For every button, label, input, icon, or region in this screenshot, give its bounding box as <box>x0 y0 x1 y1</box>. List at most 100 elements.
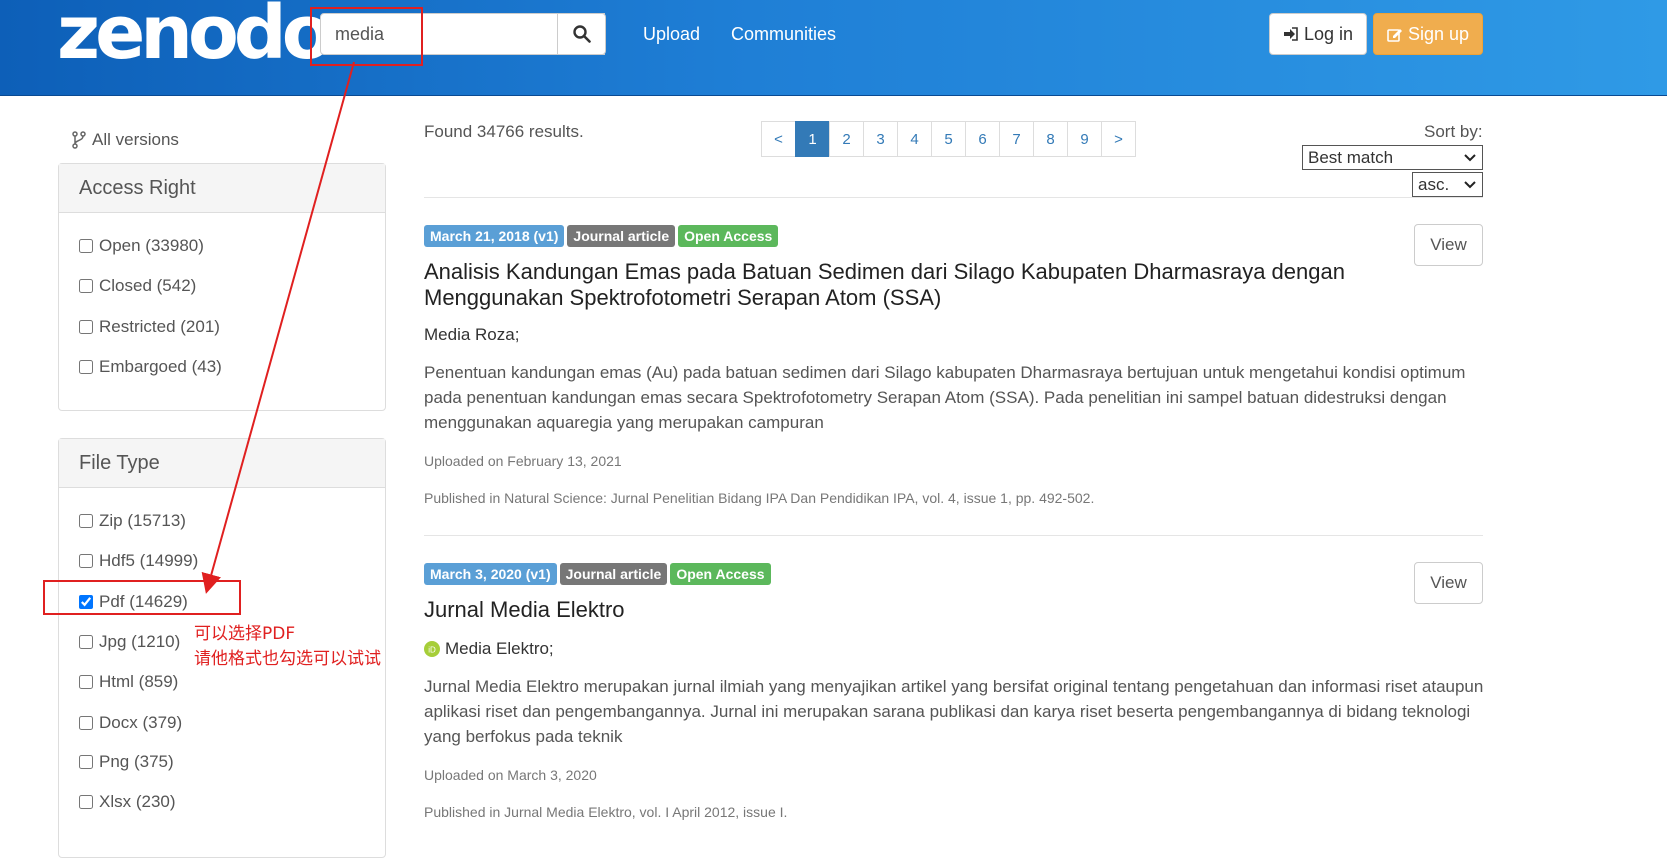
page-8[interactable]: 8 <box>1033 121 1068 157</box>
sort-select-value: Best match <box>1308 147 1394 167</box>
facet-zip[interactable]: Zip (15713) <box>79 511 186 531</box>
facet-open-label: Open (33980) <box>99 236 204 255</box>
annotation-note-line2: 请他格式也勾选可以试试 <box>194 649 381 669</box>
facet-xlsx[interactable]: Xlsx (230) <box>79 792 176 812</box>
facet-closed[interactable]: Closed (542) <box>79 276 196 296</box>
search-icon <box>572 25 591 43</box>
result-1-badges: March 21, 2018 (v1) Journal article Open… <box>424 225 781 247</box>
page-1[interactable]: 1 <box>795 121 830 157</box>
facet-closed-label: Closed (542) <box>99 276 197 295</box>
facet-html-label: Html (859) <box>99 672 179 691</box>
svg-text:iD: iD <box>428 646 436 655</box>
date-badge: March 21, 2018 (v1) <box>424 225 565 247</box>
file-type-title: File Type <box>59 439 385 488</box>
facet-embargoed-checkbox[interactable] <box>79 360 93 374</box>
code-fork-icon <box>72 131 86 149</box>
signup-label: Sign up <box>1407 23 1470 44</box>
date-badge: March 3, 2020 (v1) <box>424 563 557 585</box>
results-count: Found 34766 results. <box>424 122 584 141</box>
facet-hdf5-label: Hdf5 (14999) <box>99 551 199 570</box>
result-2-uploaded: Uploaded on March 3, 2020 <box>424 767 597 783</box>
facet-png-label: Png (375) <box>99 752 174 771</box>
page-9[interactable]: 9 <box>1067 121 1102 157</box>
facet-zip-checkbox[interactable] <box>79 514 93 528</box>
chevron-down-icon <box>1464 180 1476 188</box>
signup-button[interactable]: Sign up <box>1373 13 1483 55</box>
access-badge: Open Access <box>670 563 771 585</box>
facet-hdf5-checkbox[interactable] <box>79 554 93 568</box>
all-versions-toggle[interactable]: All versions <box>72 130 179 150</box>
facet-xlsx-checkbox[interactable] <box>79 795 93 809</box>
facet-embargoed-label: Embargoed (43) <box>99 357 222 376</box>
orcid-icon[interactable]: iD <box>424 641 440 657</box>
facet-embargoed[interactable]: Embargoed (43) <box>79 357 222 377</box>
result-1-author-name: Media Roza; <box>424 325 520 344</box>
facet-docx-label: Docx (379) <box>99 713 183 732</box>
result-2-title[interactable]: Jurnal Media Elektro <box>424 597 1384 623</box>
result-1-description: Penentuan kandungan emas (Au) pada batua… <box>424 363 1466 432</box>
page-next[interactable]: > <box>1101 121 1136 157</box>
page-6[interactable]: 6 <box>965 121 1000 157</box>
sign-in-icon <box>1283 27 1298 41</box>
facet-xlsx-label: Xlsx (230) <box>99 792 176 811</box>
result-2-description: Jurnal Media Elektro merupakan jurnal il… <box>424 677 1484 746</box>
zenodo-logo[interactable]: zenodo <box>57 0 333 70</box>
page-3[interactable]: 3 <box>863 121 898 157</box>
facet-open[interactable]: Open (33980) <box>79 236 204 256</box>
login-label: Log in <box>1303 23 1354 44</box>
order-select-value: asc. <box>1418 174 1450 194</box>
results-divider <box>424 197 1483 198</box>
login-button[interactable]: Log in <box>1269 13 1367 55</box>
all-versions-label: All versions <box>92 130 179 149</box>
access-right-title: Access Right <box>59 164 385 213</box>
facet-jpg[interactable]: Jpg (1210) <box>79 632 180 652</box>
results-divider <box>424 535 1483 536</box>
facet-png-checkbox[interactable] <box>79 755 93 769</box>
result-2-badges: March 3, 2020 (v1) Journal article Open … <box>424 563 774 585</box>
access-badge: Open Access <box>678 225 779 247</box>
type-badge: Journal article <box>559 563 668 585</box>
facet-zip-label: Zip (15713) <box>99 511 186 530</box>
facet-png[interactable]: Png (375) <box>79 752 174 772</box>
result-1-published: Published in Natural Science: Jurnal Pen… <box>424 490 1095 506</box>
facet-restricted-checkbox[interactable] <box>79 320 93 334</box>
page-2[interactable]: 2 <box>829 121 864 157</box>
result-2-author: iD Media Elektro; <box>424 639 554 659</box>
facet-open-checkbox[interactable] <box>79 239 93 253</box>
annotation-note-line1: 可以选择PDF <box>194 624 296 644</box>
pagination: < 1 2 3 4 5 6 7 8 9 > <box>761 121 1136 157</box>
sort-select[interactable]: Best match <box>1302 145 1483 170</box>
facet-hdf5[interactable]: Hdf5 (14999) <box>79 551 198 571</box>
annotation-pdf-highlight <box>43 580 241 615</box>
facet-docx-checkbox[interactable] <box>79 716 93 730</box>
result-2-published: Published in Jurnal Media Elektro, vol. … <box>424 804 788 820</box>
facet-jpg-checkbox[interactable] <box>79 635 93 649</box>
result-1-uploaded: Uploaded on February 13, 2021 <box>424 453 622 469</box>
nav-upload-link[interactable]: Upload <box>643 24 700 45</box>
page-prev[interactable]: < <box>761 121 796 157</box>
chevron-down-icon <box>1464 153 1476 161</box>
nav-communities-link[interactable]: Communities <box>731 24 836 45</box>
access-right-panel: Access Right Open (33980) Closed (542) R… <box>58 163 386 411</box>
page-5[interactable]: 5 <box>931 121 966 157</box>
type-badge: Journal article <box>567 225 676 247</box>
facet-html-checkbox[interactable] <box>79 675 93 689</box>
facet-restricted[interactable]: Restricted (201) <box>79 317 220 337</box>
result-1-view-button[interactable]: View <box>1414 224 1483 266</box>
facet-closed-checkbox[interactable] <box>79 279 93 293</box>
order-select[interactable]: asc. <box>1412 172 1483 197</box>
facet-docx[interactable]: Docx (379) <box>79 713 182 733</box>
top-navbar: zenodo Upload Communities Log in Sign up <box>0 0 1667 96</box>
result-1-author: Media Roza; <box>424 325 519 345</box>
facet-html[interactable]: Html (859) <box>79 672 178 692</box>
page-7[interactable]: 7 <box>999 121 1034 157</box>
result-1-title[interactable]: Analisis Kandungan Emas pada Batuan Sedi… <box>424 259 1384 311</box>
result-2-author-name: Media Elektro; <box>445 639 554 658</box>
search-button[interactable] <box>557 13 606 55</box>
edit-icon <box>1387 28 1402 42</box>
annotation-search-highlight <box>310 7 423 66</box>
page-4[interactable]: 4 <box>897 121 932 157</box>
facet-jpg-label: Jpg (1210) <box>99 632 181 651</box>
result-2-view-button[interactable]: View <box>1414 562 1483 604</box>
sort-label: Sort by: <box>1424 122 1483 141</box>
